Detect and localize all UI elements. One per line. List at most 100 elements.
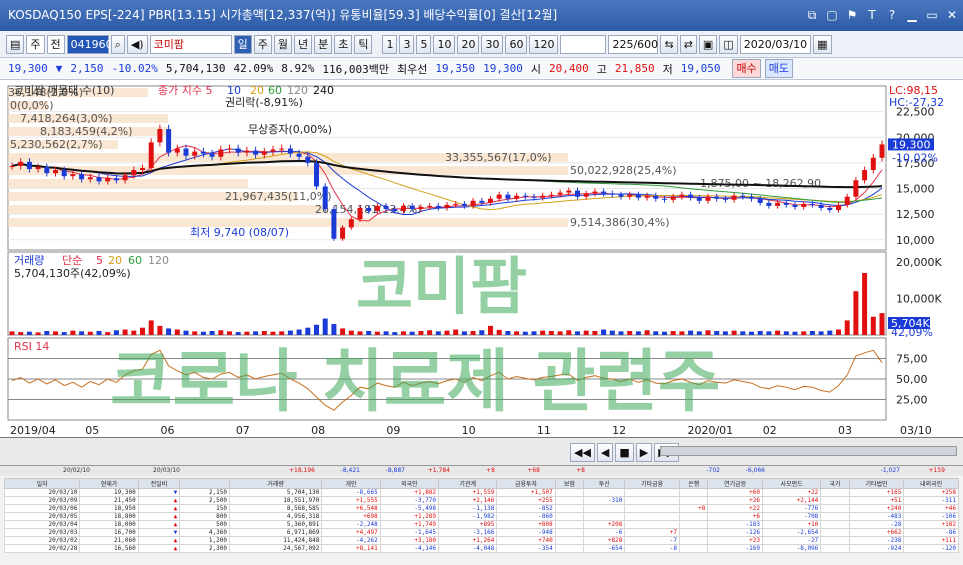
table-row[interactable]: 20/03/09 21,450 ▲ 2,500 18,551,970 +1,555 -3,7… (3, 496, 959, 505)
column-header[interactable]: 기타법인 (848, 478, 905, 489)
candle-body (862, 170, 868, 181)
table-cell (678, 520, 709, 529)
close-icon[interactable]: ✕ (945, 0, 959, 31)
table-row[interactable]: 20/03/04 18,000 ▲ 500 5,360,891 -2,248 +1,749 +… (3, 520, 959, 529)
tab-day[interactable]: 일 (233, 34, 252, 54)
next-icon[interactable]: ▶ (635, 443, 653, 462)
volume-ma-label: 단순 (62, 254, 82, 267)
minute-5[interactable]: 5 (416, 34, 432, 54)
buy-button[interactable]: 매수 (732, 59, 761, 78)
candle-body (340, 227, 346, 239)
minute-120[interactable]: 120 (529, 34, 559, 54)
candle-body (244, 150, 250, 153)
table-row[interactable]: 20/02/28 16,560 ▲ 2,300 24,567,092 +8,141 -4,1… (3, 544, 959, 553)
table-cell (820, 496, 850, 505)
column-header[interactable]: 외국인 (379, 478, 440, 489)
summary-cell: +18,196 (288, 467, 315, 474)
column-header[interactable]: 거래량 (228, 478, 323, 489)
minute-3[interactable]: 3 (399, 34, 415, 54)
help-icon[interactable]: ? (885, 0, 899, 31)
minute-1[interactable]: 1 (382, 34, 398, 54)
column-header[interactable]: 은행 (678, 478, 709, 489)
tab-second[interactable]: 초 (334, 34, 353, 54)
column-header[interactable]: 내외국인 (903, 478, 959, 489)
table-cell (624, 512, 680, 521)
candle-body (470, 200, 476, 206)
calendar-icon[interactable]: ▦ (813, 34, 832, 54)
table-cell: 5,704,130 (228, 488, 323, 497)
column-header[interactable]: 개인 (321, 478, 381, 489)
table-cell (820, 504, 850, 513)
summary-cell: +159 (928, 467, 945, 474)
column-header[interactable]: 연기금등 (707, 478, 763, 489)
table-cell (624, 504, 680, 513)
band-label: 50,022,928(25,4%) (570, 164, 677, 177)
audio-icon[interactable]: ◀) (126, 34, 148, 54)
column-header[interactable]: 투신 (583, 478, 626, 489)
min-icon[interactable]: ▁ (905, 0, 919, 31)
stock-code-input[interactable]: 041960 (66, 34, 113, 54)
sell-button[interactable]: 매도 (764, 59, 793, 78)
custom-period-input[interactable] (560, 34, 607, 54)
first-icon[interactable]: ◀◀ (570, 443, 595, 462)
column-header[interactable]: 일자 (3, 478, 81, 489)
minute-20[interactable]: 20 (457, 34, 480, 54)
volume-value: 5,704,130주(42,09%) (14, 267, 131, 280)
chart-settings-icon[interactable]: ▤ (6, 34, 25, 54)
table-row[interactable]: 20/03/02 21,060 ▲ 1,200 11,424,848 -4,262 +3,1… (3, 536, 959, 545)
column-header[interactable]: 금융투자 (496, 478, 556, 489)
restore-icon[interactable]: ⧉ (805, 0, 819, 31)
tab-week[interactable]: 주 (253, 34, 272, 54)
price-tag: 19,300 (892, 138, 931, 151)
column-header[interactable] (179, 478, 230, 489)
calendar-prev-icon[interactable]: ◫ (719, 34, 738, 54)
table-cell: -860 (496, 512, 556, 521)
pin-icon[interactable]: ⚑ (845, 0, 859, 31)
column-header[interactable]: 현재가 (79, 478, 139, 489)
minute-60[interactable]: 60 (505, 34, 528, 54)
minute-10[interactable]: 10 (433, 34, 456, 54)
volume-bar (801, 331, 807, 335)
table-row[interactable]: 20/03/05 18,800 ▲ 800 4,956,318 +698 +1,289 -1,… (3, 512, 959, 521)
table-cell: +165 (848, 488, 905, 497)
table-cell (678, 536, 709, 545)
save-icon[interactable]: ▣ (698, 34, 718, 54)
tab-month[interactable]: 월 (273, 34, 292, 54)
table-row[interactable]: 20/03/10 19,300 ▼ 2,150 5,704,130 -8,665 +1,88… (3, 488, 959, 497)
period-select[interactable]: 전 (46, 34, 65, 54)
candle-body (809, 203, 815, 205)
tab-tick[interactable]: 틱 (354, 34, 373, 54)
search-icon[interactable]: ⌕ (110, 34, 125, 54)
candle-body (496, 194, 502, 199)
bonus-issue-label: 무상증자(0,00%) (248, 123, 332, 136)
column-header[interactable]: 사모펀드 (761, 478, 822, 489)
fit-icon[interactable]: ⇄ (679, 34, 697, 54)
tab-year[interactable]: 년 (293, 34, 313, 54)
minute-30[interactable]: 30 (481, 34, 504, 54)
table-cell (820, 536, 850, 545)
prev-icon[interactable]: ◀ (596, 443, 614, 462)
zoom-icon[interactable]: ⇆ (660, 34, 678, 54)
text-icon[interactable]: T (865, 0, 879, 31)
date-input[interactable]: 2020/03/10 (739, 34, 812, 54)
tab-minute[interactable]: 분 (314, 34, 333, 54)
column-header[interactable]: 전일비 (137, 478, 181, 489)
ratio: 8.92% (281, 62, 315, 75)
stock-name-field[interactable]: 코미팜 (149, 34, 232, 54)
column-header[interactable]: 기타금융 (624, 478, 680, 489)
table-cell: 20/03/03 (3, 528, 81, 537)
table-cell: -354 (496, 544, 556, 553)
data-count[interactable]: 225/600 (608, 34, 659, 54)
table-row[interactable]: 20/03/03 16,700 ▼ 4,360 6,971,869 +4,497 -1,64… (3, 528, 959, 537)
column-header[interactable]: 보험 (554, 478, 585, 489)
max-icon[interactable]: ▭ (925, 0, 939, 31)
table-row[interactable]: 20/03/06 18,950 ▲ 150 8,568,585 +6,548 -5,498-… (3, 504, 959, 513)
candle-body (731, 195, 737, 200)
candle-body (287, 148, 293, 154)
chart-scrollbar[interactable] (660, 446, 957, 456)
stop-icon[interactable]: ■ (615, 443, 634, 462)
column-header[interactable]: 국가 (820, 478, 850, 489)
window-icon[interactable]: ▢ (825, 0, 839, 31)
market-select[interactable]: 주 (26, 34, 45, 54)
column-header[interactable]: 기관계 (438, 478, 498, 489)
